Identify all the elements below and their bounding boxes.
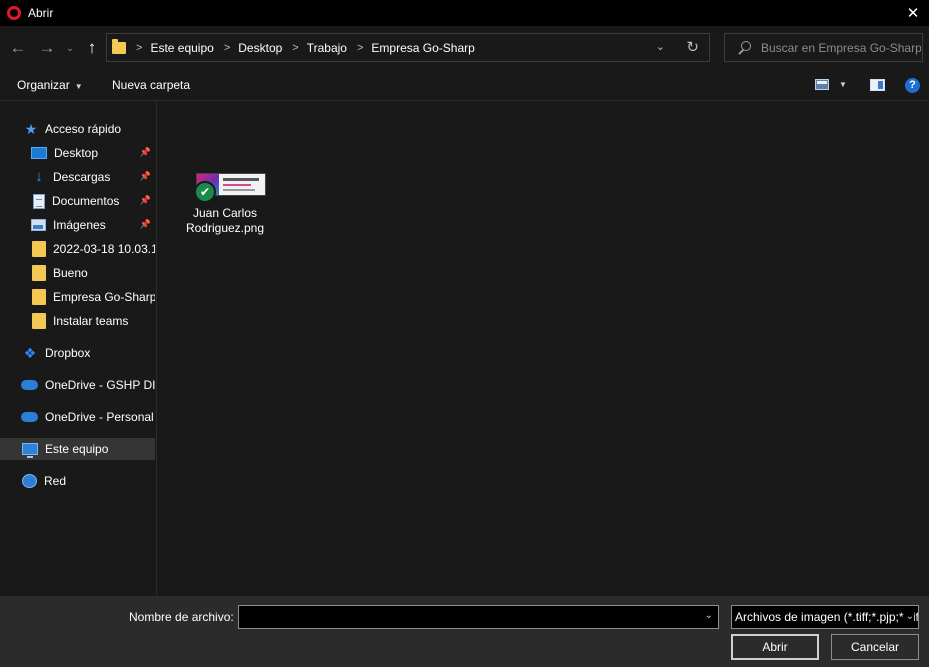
- sidebar-item-imagenes[interactable]: Imágenes 📌: [0, 214, 155, 236]
- pictures-icon: [31, 219, 46, 231]
- organize-label: Organizar: [17, 78, 70, 92]
- sidebar-item-label: Descargas: [53, 170, 111, 184]
- folder-icon: [112, 38, 126, 54]
- sidebar-item-label: Este equipo: [45, 442, 109, 456]
- network-icon: [22, 474, 37, 488]
- star-icon: ★: [24, 121, 38, 137]
- window-title: Abrir: [28, 6, 54, 20]
- up-arrow-icon[interactable]: ↑: [84, 36, 100, 60]
- close-icon[interactable]: ✕: [903, 3, 923, 23]
- recent-locations-chevron-icon[interactable]: ⌄: [64, 36, 76, 60]
- breadcrumb-trabajo[interactable]: Trabajo: [307, 41, 347, 55]
- chevron-down-icon[interactable]: ⌄: [705, 610, 713, 621]
- filename-input[interactable]: [239, 606, 694, 628]
- breadcrumb-este-equipo[interactable]: Este equipo: [150, 41, 213, 55]
- sidebar-item-dropbox[interactable]: ❖ Dropbox: [0, 342, 155, 364]
- sidebar-item-label: Imágenes: [53, 218, 106, 232]
- opera-icon: [7, 6, 21, 20]
- pin-icon: 📌: [139, 195, 151, 205]
- documents-icon: [33, 193, 45, 209]
- sync-check-icon: ✔: [194, 181, 216, 203]
- sidebar-item-red[interactable]: Red: [0, 470, 155, 492]
- organize-button[interactable]: Organizar ▼: [17, 78, 83, 92]
- folder-icon: [32, 241, 46, 257]
- sidebar-item-label: Instalar teams: [53, 314, 129, 328]
- filename-combo[interactable]: ⌄: [238, 605, 719, 629]
- breadcrumb-separator[interactable]: >: [292, 42, 298, 54]
- breadcrumb-separator[interactable]: >: [224, 42, 230, 54]
- file-type-select[interactable]: Archivos de imagen (*.tiff;*.pjp;*.jfif;…: [731, 605, 919, 629]
- cancel-button[interactable]: Cancelar: [831, 634, 919, 660]
- sidebar-item-label: 2022-03-18 10.03.16: [53, 242, 155, 256]
- sidebar-item-onedrive-gshp[interactable]: OneDrive - GSHP DIST: [0, 374, 155, 396]
- back-arrow-icon[interactable]: ←: [8, 36, 28, 60]
- caret-down-icon: ▼: [74, 82, 83, 91]
- sidebar-item-empresa-go-sharp[interactable]: Empresa Go-Sharp: [0, 286, 155, 308]
- sidebar-item-label: Red: [44, 474, 67, 488]
- sidebar-item-este-equipo[interactable]: Este equipo: [0, 438, 155, 460]
- refresh-icon[interactable]: ↻: [686, 38, 699, 56]
- breadcrumb-separator[interactable]: >: [357, 42, 363, 54]
- search-icon: [737, 40, 751, 55]
- new-folder-button[interactable]: Nueva carpeta: [112, 78, 190, 92]
- pin-icon: 📌: [139, 219, 151, 229]
- sidebar-item-label: Desktop: [54, 146, 99, 160]
- address-bar[interactable]: > Este equipo > Desktop > Trabajo > Empr…: [106, 33, 710, 62]
- pin-icon: 📌: [139, 147, 151, 157]
- breadcrumb-separator[interactable]: >: [136, 42, 142, 54]
- breadcrumb-empresa-go-sharp[interactable]: Empresa Go-Sharp: [371, 41, 474, 55]
- folder-icon: [32, 289, 46, 305]
- change-view-icon[interactable]: [815, 79, 829, 90]
- sidebar-item-label: OneDrive - GSHP DIST: [45, 378, 155, 392]
- sidebar-item-label: Empresa Go-Sharp: [53, 290, 155, 304]
- breadcrumb-desktop[interactable]: Desktop: [238, 41, 282, 55]
- command-toolbar: Organizar ▼ Nueva carpeta ▼ ?: [0, 70, 929, 101]
- view-options-caret-icon[interactable]: ▼: [839, 80, 847, 89]
- download-icon: ↓: [35, 168, 43, 185]
- sidebar-item-onedrive-personal[interactable]: OneDrive - Personal: [0, 406, 155, 428]
- pin-icon: 📌: [139, 171, 151, 181]
- sidebar-item-label: Acceso rápido: [45, 122, 122, 136]
- address-dropdown-icon[interactable]: ⌄: [656, 40, 665, 53]
- navigation-bar: ← → ⌄ ↑ > Este equipo > Desktop > Trabaj…: [0, 26, 929, 70]
- sidebar-item-2022-03-18[interactable]: 2022-03-18 10.03.16: [0, 238, 155, 260]
- sidebar-item-instalar-teams[interactable]: Instalar teams: [0, 310, 155, 332]
- sidebar-item-documentos[interactable]: Documentos 📌: [0, 190, 155, 212]
- folder-icon: [32, 313, 46, 329]
- preview-pane-icon[interactable]: [870, 79, 885, 91]
- sidebar-item-label: OneDrive - Personal: [45, 410, 154, 424]
- sidebar-item-label: Dropbox: [45, 346, 91, 360]
- file-type-value: Archivos de imagen (*.tiff;*.pjp;*.jfif;…: [735, 610, 919, 624]
- footer-panel: Nombre de archivo: ⌄ Archivos de imagen …: [0, 596, 929, 667]
- file-name-line-1: Juan Carlos: [192, 206, 258, 220]
- sidebar-item-desktop[interactable]: Desktop 📌: [0, 142, 155, 164]
- file-name: Juan Carlos Rodriguez.png: [176, 206, 274, 236]
- sidebar-item-acceso-rapido[interactable]: ★ Acceso rápido: [0, 118, 155, 140]
- sidebar-item-label: Bueno: [53, 266, 88, 280]
- sidebar-item-bueno[interactable]: Bueno: [0, 262, 155, 284]
- onedrive-icon: [21, 412, 38, 422]
- file-name-line-2: Rodriguez.png: [185, 221, 265, 235]
- file-item[interactable]: ✔ Juan Carlos Rodriguez.png: [176, 168, 274, 246]
- filename-label: Nombre de archivo:: [129, 610, 234, 624]
- desktop-icon: [31, 147, 47, 159]
- navigation-pane[interactable]: ★ Acceso rápido Desktop 📌 ↓ Descargas 📌 …: [0, 102, 157, 596]
- open-button[interactable]: Abrir: [731, 634, 819, 660]
- help-icon[interactable]: ?: [905, 78, 920, 93]
- pc-icon: [22, 443, 38, 458]
- onedrive-icon: [21, 380, 38, 390]
- search-input[interactable]: [761, 40, 921, 55]
- chevron-down-icon: ⌄: [903, 606, 914, 628]
- title-bar: Abrir ✕: [0, 0, 929, 26]
- file-list[interactable]: ✔ Juan Carlos Rodriguez.png: [158, 102, 929, 596]
- dropbox-icon: ❖: [23, 345, 37, 361]
- forward-arrow-icon[interactable]: →: [37, 36, 57, 60]
- sidebar-item-label: Documentos: [52, 194, 120, 208]
- search-box[interactable]: [724, 33, 923, 62]
- sidebar-item-descargas[interactable]: ↓ Descargas 📌: [0, 166, 155, 188]
- folder-icon: [32, 265, 46, 281]
